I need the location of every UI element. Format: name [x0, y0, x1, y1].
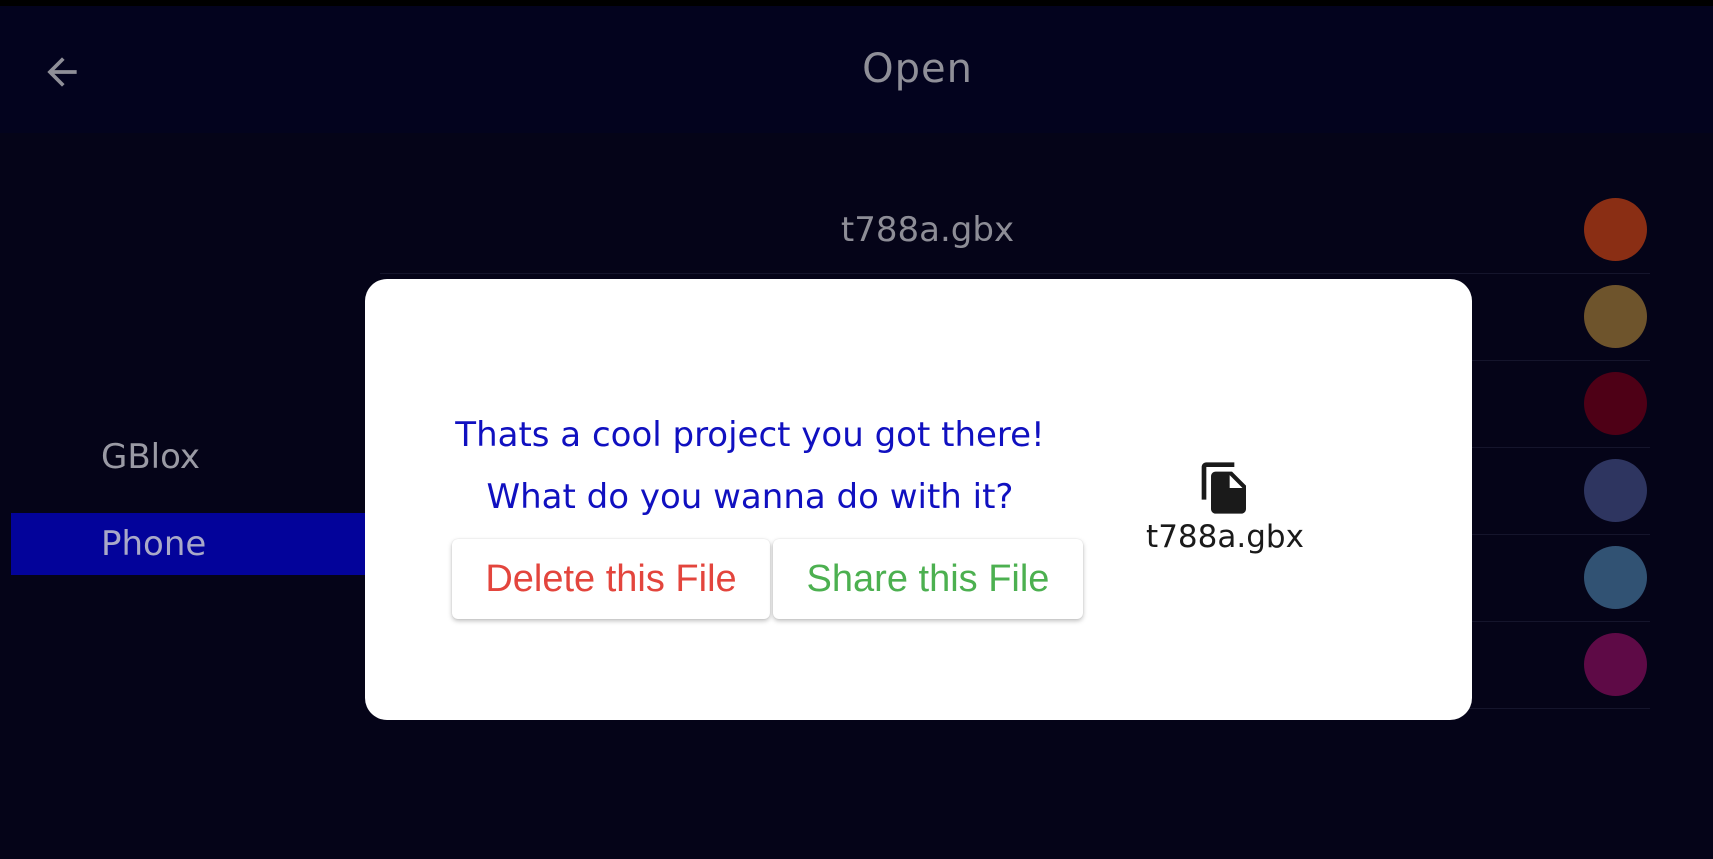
- file-color-dot[interactable]: [1584, 546, 1647, 609]
- file-color-dot[interactable]: [1584, 198, 1647, 261]
- page-title: Open: [862, 46, 973, 92]
- app-bar: Open: [0, 0, 1713, 133]
- file-options-dialog: Thats a cool project you got there! What…: [365, 279, 1472, 720]
- file-row[interactable]: t788a.gbx: [380, 187, 1650, 274]
- delete-file-button[interactable]: Delete this File: [452, 539, 770, 619]
- file-color-dot[interactable]: [1584, 633, 1647, 696]
- dialog-message-line: Thats a cool project you got there!: [455, 415, 1045, 455]
- share-file-button[interactable]: Share this File: [773, 539, 1083, 619]
- sidebar-item-phone[interactable]: Phone: [11, 513, 371, 575]
- file-color-dot[interactable]: [1584, 285, 1647, 348]
- sidebar-item-gblox[interactable]: GBlox: [11, 426, 371, 488]
- dialog-file-name: t788a.gbx: [1146, 519, 1304, 555]
- file-copy-icon: [1201, 462, 1246, 514]
- sidebar-item-label: GBlox: [101, 437, 200, 477]
- dialog-message: Thats a cool project you got there! What…: [425, 404, 1075, 528]
- dialog-message-line: What do you wanna do with it?: [486, 477, 1014, 517]
- file-color-dot[interactable]: [1584, 459, 1647, 522]
- file-color-dot[interactable]: [1584, 372, 1647, 435]
- sidebar-item-label: Phone: [101, 524, 207, 564]
- file-name: t788a.gbx: [840, 210, 1015, 250]
